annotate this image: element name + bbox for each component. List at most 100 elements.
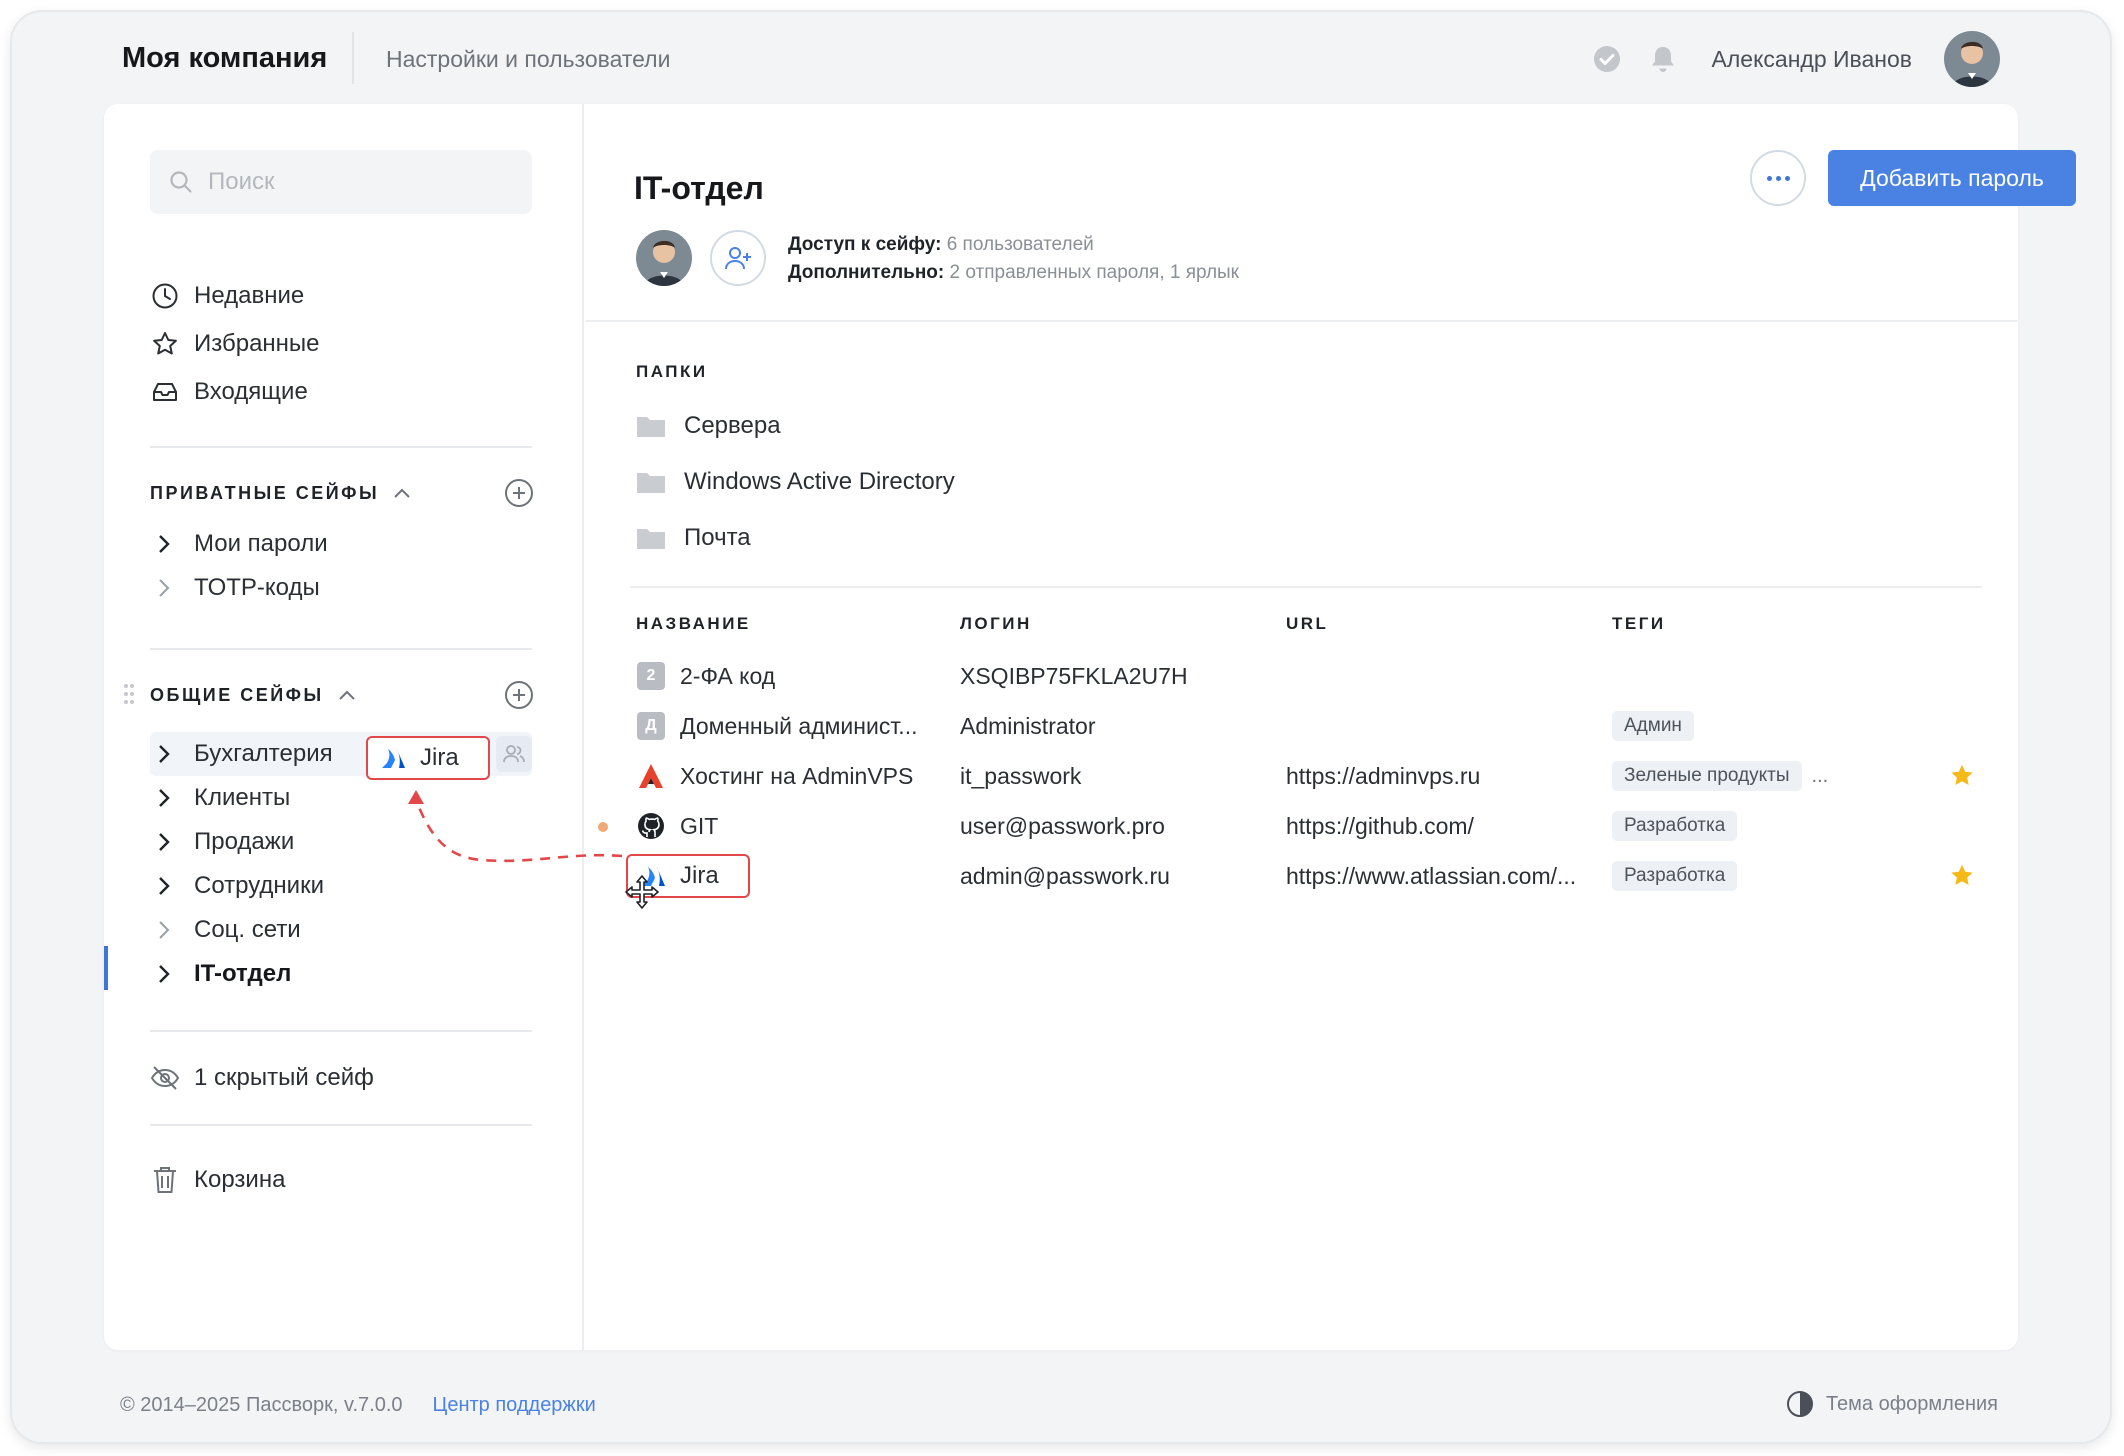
table-row[interactable]: admin@passwork.ru https://www.atlassian.… xyxy=(586,852,2018,900)
access-key: Доступ к сейфу: xyxy=(788,234,942,255)
theme-toggle[interactable]: Тема оформления xyxy=(1786,1390,1998,1418)
more-tags-indicator[interactable]: ... xyxy=(1812,765,1829,788)
column-header-url[interactable]: URL xyxy=(1286,614,1328,634)
top-right-controls: Александр Иванов xyxy=(1590,30,2000,88)
nav-favorites-label: Избранные xyxy=(194,330,320,357)
row-url[interactable]: https://github.com/ xyxy=(1286,802,1596,850)
folder-item[interactable]: Windows Active Directory xyxy=(636,462,955,502)
trash-link[interactable]: Корзина xyxy=(150,1160,285,1200)
vault-sales[interactable]: Продажи xyxy=(154,822,294,862)
chevron-right-icon[interactable] xyxy=(154,964,174,984)
search-input[interactable] xyxy=(208,168,508,196)
vault-share-button[interactable] xyxy=(496,736,532,772)
topbar-divider xyxy=(352,32,354,84)
extra-value[interactable]: 2 отправленных пароля, 1 ярлык xyxy=(950,262,1239,283)
row-login[interactable]: user@passwork.pro xyxy=(960,802,1274,850)
row-url[interactable]: https://www.atlassian.com/... xyxy=(1286,852,1596,900)
user-avatar[interactable] xyxy=(1944,31,2000,87)
folder-item[interactable]: Сервера xyxy=(636,406,781,446)
vault-my-passwords[interactable]: Мои пароли xyxy=(154,524,328,564)
vault-employees[interactable]: Сотрудники xyxy=(154,866,324,906)
vault-member-avatar[interactable] xyxy=(636,230,692,286)
vault-it-department[interactable]: IT-отдел xyxy=(154,954,291,994)
tag-badge[interactable]: Разработка xyxy=(1612,861,1738,891)
row-name-cell: GIT xyxy=(636,802,954,850)
column-header-login[interactable]: ЛОГИН xyxy=(960,614,1032,634)
chevron-right-icon[interactable] xyxy=(154,578,174,598)
vault-extra-info: Дополнительно: 2 отправленных пароля, 1 … xyxy=(788,262,1239,284)
row-name: GIT xyxy=(680,812,719,839)
chevron-right-icon[interactable] xyxy=(154,876,174,896)
eye-off-icon xyxy=(150,1063,180,1093)
chevron-right-icon[interactable] xyxy=(154,788,174,808)
chevron-up-icon[interactable] xyxy=(338,689,356,701)
search-box[interactable] xyxy=(150,150,532,214)
breadcrumb[interactable]: Настройки и пользователи xyxy=(386,46,670,73)
folder-item[interactable]: Почта xyxy=(636,518,751,558)
status-dot xyxy=(598,822,608,832)
tag-badge[interactable]: Разработка xyxy=(1612,811,1738,841)
vault-label: ТОТР-коды xyxy=(194,574,320,601)
chevron-right-icon[interactable] xyxy=(154,832,174,852)
vault-content: IT-отдел Добавить пароль Доступ к сейфу:… xyxy=(586,104,2076,1350)
inbox-icon xyxy=(150,377,180,407)
hidden-vaults-link[interactable]: 1 скрытый сейф xyxy=(150,1058,374,1098)
row-login[interactable]: XSQIBP75FKLA2U7H xyxy=(960,652,1274,700)
folder-label: Почта xyxy=(684,524,751,551)
add-user-button[interactable] xyxy=(710,230,766,286)
table-row[interactable]: Д Доменный админист... Administrator Адм… xyxy=(586,702,2018,750)
table-row[interactable]: GIT user@passwork.pro https://github.com… xyxy=(586,802,2018,850)
vault-accounting[interactable]: Бухгалтерия xyxy=(154,734,333,774)
chevron-right-icon[interactable] xyxy=(154,920,174,940)
vault-clients[interactable]: Клиенты xyxy=(154,778,290,818)
folder-icon xyxy=(637,473,665,493)
shared-vaults-header[interactable]: ОБЩИЕ СЕЙФЫ xyxy=(150,678,356,712)
trash-icon xyxy=(150,1165,180,1195)
contrast-icon xyxy=(1786,1391,1813,1417)
vault-totp[interactable]: ТОТР-коды xyxy=(154,568,320,608)
jira-icon xyxy=(382,748,405,768)
private-vaults-title: ПРИВАТНЫЕ СЕЙФЫ xyxy=(150,482,380,503)
active-vault-indicator xyxy=(104,946,108,990)
bell-icon[interactable] xyxy=(1646,42,1680,76)
copyright: © 2014–2025 Пассворк, v.7.0.0 xyxy=(120,1394,403,1416)
drag-handle-icon[interactable] xyxy=(122,682,136,706)
private-vaults-header[interactable]: ПРИВАТНЫЕ СЕЙФЫ xyxy=(150,476,411,510)
column-header-name[interactable]: НАЗВАНИЕ xyxy=(636,614,751,634)
chevron-up-icon[interactable] xyxy=(393,487,411,499)
nav-recent[interactable]: Недавние xyxy=(150,276,304,316)
company-name[interactable]: Моя компания xyxy=(122,42,327,75)
chevron-right-icon[interactable] xyxy=(154,744,174,764)
folders-title: ПАПКИ xyxy=(636,362,708,381)
theme-label: Тема оформления xyxy=(1825,1392,1998,1415)
sidebar-divider xyxy=(150,1124,532,1126)
table-row[interactable]: 2 2-ФА код XSQIBP75FKLA2U7H xyxy=(586,652,2018,700)
support-link[interactable]: Центр поддержки xyxy=(433,1394,596,1417)
tag-badge[interactable]: Зеленые продукты xyxy=(1612,761,1802,791)
star-icon[interactable] xyxy=(1944,752,1980,800)
add-private-vault-icon[interactable] xyxy=(504,478,534,508)
row-tags: Зеленые продукты ... xyxy=(1612,752,1922,800)
drag-ghost-jira: Jira xyxy=(366,736,490,780)
row-login[interactable]: it_passwork xyxy=(960,752,1274,800)
star-icon xyxy=(150,329,180,359)
user-name[interactable]: Александр Иванов xyxy=(1712,46,1912,73)
nav-inbox[interactable]: Входящие xyxy=(150,372,308,412)
nav-favorites[interactable]: Избранные xyxy=(150,324,320,364)
column-header-tags[interactable]: ТЕГИ xyxy=(1612,614,1666,634)
tag-badge[interactable]: Админ xyxy=(1612,711,1694,741)
chevron-right-icon[interactable] xyxy=(154,534,174,554)
user-plus-icon xyxy=(725,247,751,270)
row-url[interactable]: https://adminvps.ru xyxy=(1286,752,1596,800)
row-login[interactable]: admin@passwork.ru xyxy=(960,852,1274,900)
access-value[interactable]: 6 пользователей xyxy=(947,234,1094,255)
table-row[interactable]: Хостинг на AdminVPS it_passwork https://… xyxy=(586,752,2018,800)
star-icon[interactable] xyxy=(1944,852,1980,900)
check-icon[interactable] xyxy=(1590,42,1624,76)
sidebar-divider xyxy=(150,446,532,448)
more-options-button[interactable] xyxy=(1750,150,1806,206)
add-shared-vault-icon[interactable] xyxy=(504,680,534,710)
row-login[interactable]: Administrator xyxy=(960,702,1274,750)
add-password-button[interactable]: Добавить пароль xyxy=(1828,150,2076,206)
vault-social[interactable]: Соц. сети xyxy=(154,910,301,950)
